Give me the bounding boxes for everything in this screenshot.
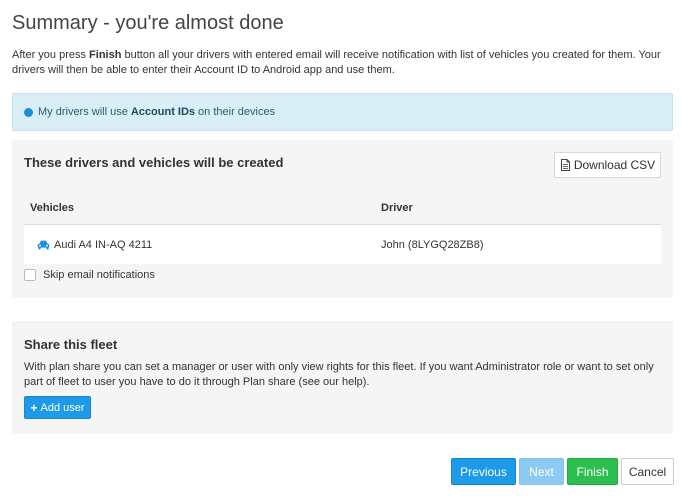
- document-icon: [560, 159, 570, 171]
- cancel-button[interactable]: Cancel: [621, 458, 674, 485]
- page-title: Summary - you're almost done: [12, 12, 284, 34]
- add-user-label: Add user: [40, 401, 85, 414]
- info-bold: Account IDs: [130, 106, 196, 118]
- intro-text-part1: After you press: [12, 49, 90, 61]
- table-row: Audi A4 IN-AQ 4211 John (8LYGQ28ZB8): [24, 225, 661, 264]
- share-panel-title: Share this fleet: [24, 337, 118, 352]
- skip-email-label: Skip email notifications: [43, 269, 155, 281]
- vehicle-cell: Audi A4 IN-AQ 4211: [24, 239, 375, 251]
- download-csv-label: Download CSV: [573, 158, 656, 172]
- drivers-vehicles-panel: These drivers and vehicles will be creat…: [12, 140, 673, 298]
- driver-name: John (8LYGQ28ZB8): [381, 238, 484, 251]
- table-header: Vehicles Driver: [24, 192, 661, 225]
- share-fleet-panel: Share this fleet With plan share you can…: [12, 321, 673, 434]
- info-suffix: on their devices: [198, 106, 276, 118]
- vehicle-name: Audi A4 IN-AQ 4211: [54, 238, 153, 251]
- share-description: With plan share you can set a manager or…: [24, 361, 654, 388]
- intro-text: After you press Finish button all your d…: [12, 48, 672, 78]
- info-dot-icon: [24, 107, 33, 117]
- drivers-panel-title: These drivers and vehicles will be creat…: [24, 155, 284, 170]
- summary-page: Summary - you're almost done After you p…: [0, 0, 684, 500]
- info-alert: My drivers will use Account IDs on their…: [12, 93, 673, 131]
- download-csv-button[interactable]: Download CSV: [554, 152, 661, 178]
- add-user-button[interactable]: + Add user: [24, 396, 91, 419]
- column-header-driver: Driver: [381, 202, 413, 214]
- plus-icon: +: [30, 400, 38, 415]
- wizard-footer: Previous Next Finish Cancel: [448, 458, 674, 485]
- drivers-table: Vehicles Driver Audi A4 IN-AQ 4211 John …: [24, 192, 661, 264]
- previous-button[interactable]: Previous: [451, 458, 516, 485]
- skip-email-checkbox[interactable]: [24, 269, 36, 281]
- info-prefix: My drivers will use: [38, 106, 128, 118]
- next-button[interactable]: Next: [519, 458, 564, 485]
- skip-email-option[interactable]: Skip email notifications: [24, 269, 155, 281]
- finish-button[interactable]: Finish: [567, 458, 618, 485]
- column-header-vehicles: Vehicles: [30, 202, 75, 214]
- intro-finish-word: Finish: [89, 49, 122, 61]
- car-icon: [37, 240, 50, 250]
